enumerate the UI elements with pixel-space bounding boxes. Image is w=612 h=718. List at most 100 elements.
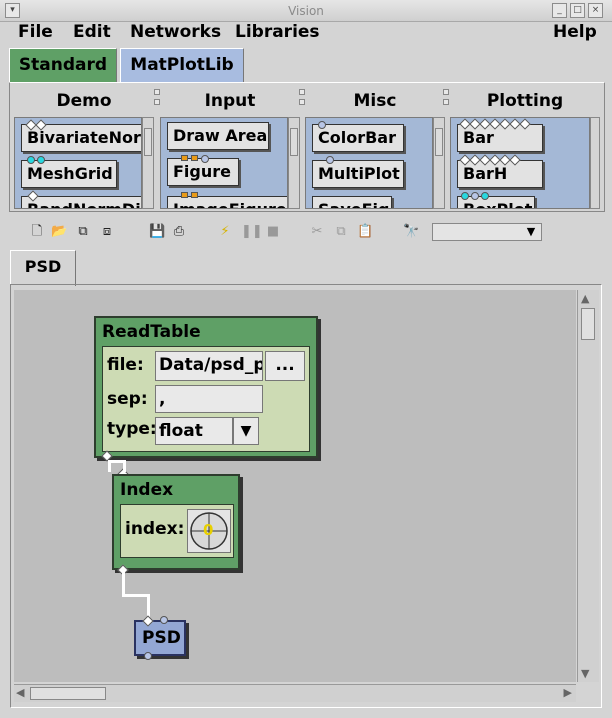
menu-networks[interactable]: Networks	[130, 22, 221, 42]
window-titlebar: ▾ Vision _ □ ×	[0, 0, 612, 22]
port-icon	[481, 192, 489, 200]
save-icon[interactable]: 💾	[149, 224, 165, 240]
tab-matplotlib[interactable]: MatPlotLib	[120, 48, 244, 82]
list-item[interactable]: Bar	[457, 124, 543, 152]
category-list: Draw Area Figure ImageFigure	[160, 117, 288, 209]
menu-libraries[interactable]: Libraries	[235, 22, 320, 42]
list-item[interactable]: Draw Area	[167, 122, 269, 150]
category-title: Misc	[353, 91, 397, 111]
port-icon	[461, 192, 469, 200]
list-item[interactable]: BarH	[457, 160, 543, 188]
pause-icon[interactable]: ❚❚	[241, 224, 263, 240]
scroll-right-icon[interactable]: ▶	[564, 686, 572, 699]
category-title: Plotting	[486, 91, 564, 111]
minimize-icon[interactable]: _	[552, 3, 567, 18]
port-icon	[191, 192, 198, 198]
port-icon	[181, 192, 188, 198]
sep-label: sep:	[107, 389, 148, 409]
node-params: index: 0	[120, 504, 234, 558]
paste-icon[interactable]: 📋	[357, 224, 373, 240]
tab-network-psd[interactable]: PSD	[10, 250, 76, 286]
category-title: Input	[204, 91, 256, 111]
browse-button[interactable]: ...	[265, 351, 305, 381]
node-title: PSD	[142, 628, 181, 648]
port-icon	[181, 155, 188, 161]
search-combo[interactable]: ▼	[432, 223, 542, 241]
category-misc: Misc ColorBar MultiPlot SaveFig	[305, 91, 445, 211]
chevron-down-icon[interactable]: ▼	[523, 225, 539, 239]
copy-net-icon[interactable]: ⧉	[75, 224, 91, 240]
list-item[interactable]: ColorBar	[312, 124, 404, 152]
stop-icon[interactable]: ■	[265, 224, 281, 240]
node-params: file: Data/psd_p ... sep: , type: float …	[102, 346, 310, 452]
node-readtable[interactable]: ReadTable file: Data/psd_p ... sep: , ty…	[94, 316, 318, 458]
list-item[interactable]: BoxPlot	[457, 196, 535, 208]
menubar: File Edit Networks Libraries Help	[0, 22, 612, 42]
index-label: index:	[125, 519, 185, 539]
port-icon	[201, 155, 209, 163]
category-scrollbar[interactable]	[590, 117, 600, 209]
index-dial[interactable]: 0	[187, 509, 231, 553]
paste-net-icon[interactable]: ⧈	[99, 224, 115, 240]
node-index[interactable]: Index index: 0	[112, 474, 240, 570]
node-psd[interactable]: PSD	[134, 620, 186, 656]
copy-icon[interactable]: ⧉	[333, 224, 349, 240]
scroll-down-icon[interactable]: ▼	[581, 667, 589, 680]
scroll-up-icon[interactable]: ▲	[581, 292, 589, 305]
list-item[interactable]: MultiPlot	[312, 160, 404, 188]
splitter-handle[interactable]	[443, 89, 449, 209]
port-icon	[191, 155, 198, 161]
port-icon	[318, 121, 326, 129]
new-icon[interactable]: 🗋	[29, 224, 45, 240]
file-label: file:	[107, 355, 144, 375]
dial-value: 0	[203, 521, 214, 539]
connection-wire	[108, 462, 111, 472]
category-list: BivariateNorm MeshGrid RandNormDi	[14, 117, 142, 209]
category-list: Bar BarH BoxPlot	[450, 117, 590, 209]
port-icon[interactable]	[160, 616, 168, 624]
tab-standard[interactable]: Standard	[9, 48, 117, 82]
scroll-left-icon[interactable]: ◀	[16, 686, 24, 699]
category-scrollbar[interactable]	[142, 117, 154, 209]
canvas-horizontal-scrollbar[interactable]: ◀ ▶	[14, 684, 576, 702]
list-item[interactable]: MeshGrid	[21, 160, 117, 188]
type-select[interactable]: float	[155, 417, 233, 445]
type-label: type:	[107, 419, 157, 439]
maximize-icon[interactable]: □	[570, 3, 585, 18]
scrollbar-thumb[interactable]	[30, 687, 106, 700]
list-item[interactable]: SaveFig	[312, 196, 392, 208]
category-demo: Demo BivariateNorm MeshGrid RandNormDi	[14, 91, 154, 211]
port-icon	[27, 156, 35, 164]
category-list: ColorBar MultiPlot SaveFig	[305, 117, 433, 209]
connection-wire	[122, 572, 125, 596]
network-canvas[interactable]: ReadTable file: Data/psd_p ... sep: , ty…	[14, 290, 576, 682]
file-field[interactable]: Data/psd_p	[155, 351, 263, 381]
menu-help[interactable]: Help	[553, 22, 597, 42]
node-title: Index	[120, 480, 174, 500]
library-category-panel: Demo BivariateNorm MeshGrid RandNormDi I…	[9, 82, 605, 212]
category-input: Input Draw Area Figure ImageFigure	[160, 91, 300, 211]
canvas-vertical-scrollbar[interactable]: ▲ ▼	[577, 290, 599, 682]
menu-file[interactable]: File	[18, 22, 53, 42]
sep-field[interactable]: ,	[155, 385, 263, 413]
cut-icon[interactable]: ✂	[309, 224, 325, 240]
open-icon[interactable]: 📂	[51, 224, 67, 240]
menu-edit[interactable]: Edit	[73, 22, 111, 42]
port-icon[interactable]	[144, 652, 152, 660]
port-icon	[37, 156, 45, 164]
connection-wire	[122, 594, 150, 597]
port-icon	[471, 192, 479, 200]
close-icon[interactable]: ×	[588, 3, 603, 18]
chevron-down-icon[interactable]: ▼	[233, 417, 259, 445]
list-item[interactable]: RandNormDi	[21, 196, 141, 208]
connection-wire	[123, 460, 126, 472]
category-plotting: Plotting Bar BarH BoxPlot	[450, 91, 600, 211]
node-title: ReadTable	[102, 322, 201, 342]
window-title: Vision	[288, 4, 324, 18]
find-icon[interactable]: 🔭	[403, 224, 419, 240]
port-icon	[326, 156, 334, 164]
scrollbar-thumb[interactable]	[581, 308, 595, 340]
category-title: Demo	[56, 91, 112, 111]
print-icon[interactable]: ⎙	[171, 224, 187, 240]
run-icon[interactable]: ⚡	[217, 224, 233, 240]
